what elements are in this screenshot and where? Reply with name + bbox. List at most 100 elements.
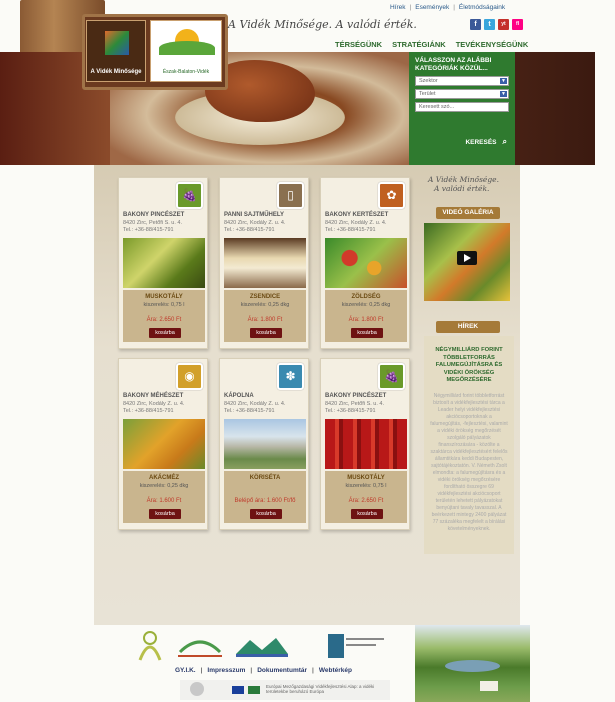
top-links: Hírek | Események | Életmódságaink (390, 4, 505, 11)
top-link-eletmod[interactable]: Életmódságaink (459, 4, 505, 11)
sector-select-value: Szektor (419, 78, 438, 84)
nav-tersegunk[interactable]: TÉRSÉGÜNK (335, 40, 382, 49)
search-panel: VÁLASSZON AZ ALÁBBI KATEGÓRIÁK KÖZÜL... … (409, 52, 515, 165)
footer-link-gyik[interactable]: GY.I.K. (175, 667, 196, 674)
product-name[interactable]: KÖRISÉTA (224, 475, 306, 481)
product-name[interactable]: ZÖLDSÉG (325, 294, 407, 300)
facebook-icon[interactable]: f (470, 19, 481, 30)
producer-name[interactable]: BAKONY PINCÉSZET (123, 212, 184, 218)
product-card[interactable]: ✿ BAKONY KERTÉSZET 8420 Zirc, Kodály Z. u.… (320, 177, 410, 349)
product-photo[interactable] (325, 419, 407, 469)
add-to-cart-button[interactable]: kosárba (351, 509, 383, 519)
news-label[interactable]: HÍREK (436, 321, 500, 333)
product-name[interactable]: MUSKOTÁLY (123, 294, 205, 300)
product-price: Ára: 2.650 Ft (348, 498, 384, 504)
product-name[interactable]: AKÁCMÉZ (123, 475, 205, 481)
lake (445, 660, 500, 672)
producer-address: 8420 Zirc, Kodály Z. u. 4. Tel.: +36-88/4… (224, 220, 285, 234)
vegetable-icon: ✿ (378, 182, 405, 209)
top-link-hirek[interactable]: Hírek (390, 4, 406, 11)
partner-logo-3[interactable] (236, 638, 288, 657)
producer-address: 8420 Zirc, Kodály Z. u. 4. Tel.: +36-88/4… (325, 220, 386, 234)
partner-logo-2[interactable] (178, 640, 222, 657)
product-photo[interactable] (123, 238, 205, 288)
product-card[interactable]: ◉ BAKONY MÉHÉSZET 8420 Zirc, Kodály Z. u. … (118, 358, 208, 530)
logo-eszak-balaton[interactable]: Észak-Balaton-Vidék (150, 20, 222, 82)
producer-name[interactable]: BAKONY PINCÉSZET (325, 393, 386, 399)
product-price: Ára: 1.600 Ft (146, 498, 182, 504)
twitter-icon[interactable]: t (484, 19, 495, 30)
product-info: MUSKOTÁLY kiszerelés: 0,75 l Ára: 2.650 Ft… (325, 471, 407, 523)
chevron-down-icon: ▼ (500, 91, 507, 97)
product-card[interactable]: ✽ KÁPOLNA 8420 Zirc, Kodály Z. u. 4. Tel.: … (219, 358, 309, 530)
add-to-cart-button[interactable]: kosárba (250, 328, 282, 338)
landscape-photo (415, 625, 530, 702)
hill-icon (159, 41, 215, 55)
product-name[interactable]: MUSKOTÁLY (325, 475, 407, 481)
add-to-cart-button[interactable]: kosárba (149, 509, 181, 519)
footer-link-impresszum[interactable]: Impresszum (207, 667, 245, 674)
product-photo[interactable] (224, 238, 306, 288)
video-thumbnail[interactable] (424, 223, 510, 301)
phone-line: Tel.: +36-88/415-791 (325, 408, 376, 414)
product-price: Belépő ára: 1.600 Ft/fő (234, 498, 296, 504)
separator: | (453, 4, 455, 11)
logo1-text: A Vidék Minősége (90, 69, 142, 75)
product-name[interactable]: ZSENDICE (224, 294, 306, 300)
producer-name[interactable]: PANNI SAJTMŰHELY (224, 212, 284, 218)
phone-line: Tel.: +36-88/415-791 (224, 227, 275, 233)
address-line: 8420 Zirc, Kodály Z. u. 4. (325, 220, 387, 226)
footer-link-dokumentumtar[interactable]: Dokumentumtár (257, 667, 307, 674)
producer-name[interactable]: BAKONY MÉHÉSZET (123, 393, 183, 399)
product-price: Ára: 1.800 Ft (348, 317, 384, 323)
product-info: AKÁCMÉZ kiszerelés: 0,25 dkg Ára: 1.600 Ft… (123, 471, 205, 523)
product-card[interactable]: 🍇 BAKONY PINCÉSZET 8420 Zirc, Petőfi S. u.… (118, 177, 208, 349)
phone-line: Tel.: +36-88/415-791 (325, 227, 376, 233)
address-line: 8420 Zirc, Kodály Z. u. 4. (224, 401, 286, 407)
product-quantity: kiszerelés: 0,25 dkg (139, 483, 189, 489)
video-gallery-label[interactable]: VIDEÓ GALÉRIA (436, 207, 500, 219)
add-to-cart-button[interactable]: kosárba (351, 328, 383, 338)
product-photo[interactable] (123, 419, 205, 469)
footer-link-webterkep[interactable]: Webtérkép (319, 667, 352, 674)
product-quantity: kiszerelés: 0,75 l (143, 302, 185, 308)
separator: | (312, 667, 314, 674)
producer-name[interactable]: BAKONY KERTÉSZET (325, 212, 388, 218)
product-card[interactable]: ▯ PANNI SAJTMŰHELY 8420 Zirc, Kodály Z. u.… (219, 177, 309, 349)
producer-name[interactable]: KÁPOLNA (224, 393, 254, 399)
product-photo[interactable] (325, 238, 407, 288)
add-to-cart-button[interactable]: kosárba (250, 509, 282, 519)
play-icon[interactable] (457, 251, 477, 265)
producer-address: 8420 Zirc, Kodály Z. u. 4. Tel.: +36-88/4… (224, 401, 285, 415)
news-title[interactable]: NÉGYMILLIÁRD FORINT TÖBBLETFORRÁS FALUME… (428, 347, 510, 385)
top-link-esemenyek[interactable]: Események (415, 4, 449, 11)
sector-select[interactable]: Szektor ▼ (415, 76, 509, 86)
search-button[interactable]: KERESÉS ⌕ (465, 137, 507, 147)
product-price: Ára: 1.800 Ft (247, 317, 283, 323)
keyword-placeholder: Keresett szó... (419, 104, 455, 110)
partner-logo-1[interactable] (138, 631, 162, 661)
product-photo[interactable] (224, 419, 306, 469)
partner-logo-4[interactable] (328, 634, 384, 658)
news-body: Négymilliárd forint többletforrást bizto… (430, 393, 508, 532)
search-icon: ⌕ (502, 137, 507, 146)
main-nav: TÉRSÉGÜNK STRATÉGIÁNK TEVÉKENYSÉGÜNK (335, 40, 528, 49)
nav-strategiank[interactable]: STRATÉGIÁNK (392, 40, 446, 49)
add-to-cart-button[interactable]: kosárba (149, 328, 181, 338)
flickr-icon[interactable]: fl (512, 19, 523, 30)
product-card[interactable]: 🍇 BAKONY PINCÉSZET 8420 Zirc, Petőfi S. u.… (320, 358, 410, 530)
milk-jug-icon: ▯ (277, 182, 304, 209)
keyword-input[interactable]: Keresett szó... (415, 102, 509, 112)
partner-logos (138, 631, 384, 661)
nav-tevekenysegunk[interactable]: TEVÉKENYSÉGÜNK (456, 40, 529, 49)
product-info: ZÖLDSÉG kiszerelés: 0,25 dkg Ára: 1.800 Ft… (325, 290, 407, 342)
area-select[interactable]: Terület ▼ (415, 89, 509, 99)
address-line: 8420 Zirc, Petőfi S. u. 4. (325, 401, 385, 407)
producer-address: 8420 Zirc, Petőfi S. u. 4. Tel.: +36-88/4… (123, 220, 182, 234)
youtube-icon[interactable]: yt (498, 19, 509, 30)
product-quantity: kiszerelés: 0,25 dkg (240, 302, 290, 308)
separator: | (409, 4, 412, 11)
logo-videk-minosege[interactable]: A Vidék Minősége (86, 20, 146, 82)
product-price: Ára: 2.650 Ft (146, 317, 182, 323)
logo2-text: Észak-Balaton-Vidék (162, 69, 210, 75)
